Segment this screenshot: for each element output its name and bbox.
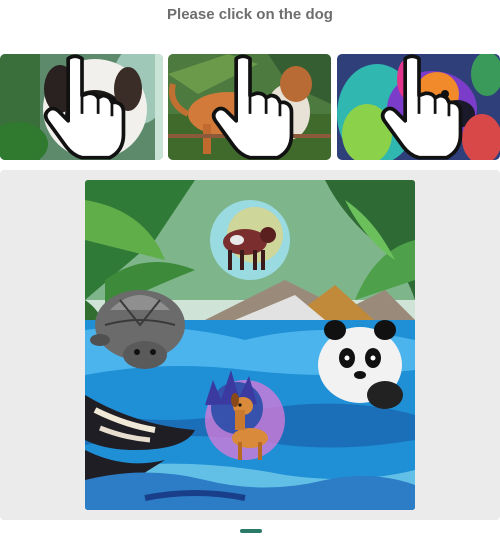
example-images — [0, 54, 500, 160]
footer-logo-mark — [240, 529, 262, 533]
pointer-hand-icon — [380, 54, 462, 160]
example-dog-3 — [337, 54, 500, 160]
challenge-prompt: Please click on the dog — [167, 6, 333, 23]
jungle-scene[interactable] — [85, 180, 415, 510]
pointer-hand-icon — [43, 54, 125, 160]
footer-partial — [0, 528, 500, 536]
example-dog-2 — [168, 54, 331, 160]
challenge-panel — [0, 170, 500, 520]
challenge-image[interactable] — [85, 180, 415, 510]
pointer-hand-icon — [211, 54, 293, 160]
example-dog-1 — [0, 54, 163, 160]
